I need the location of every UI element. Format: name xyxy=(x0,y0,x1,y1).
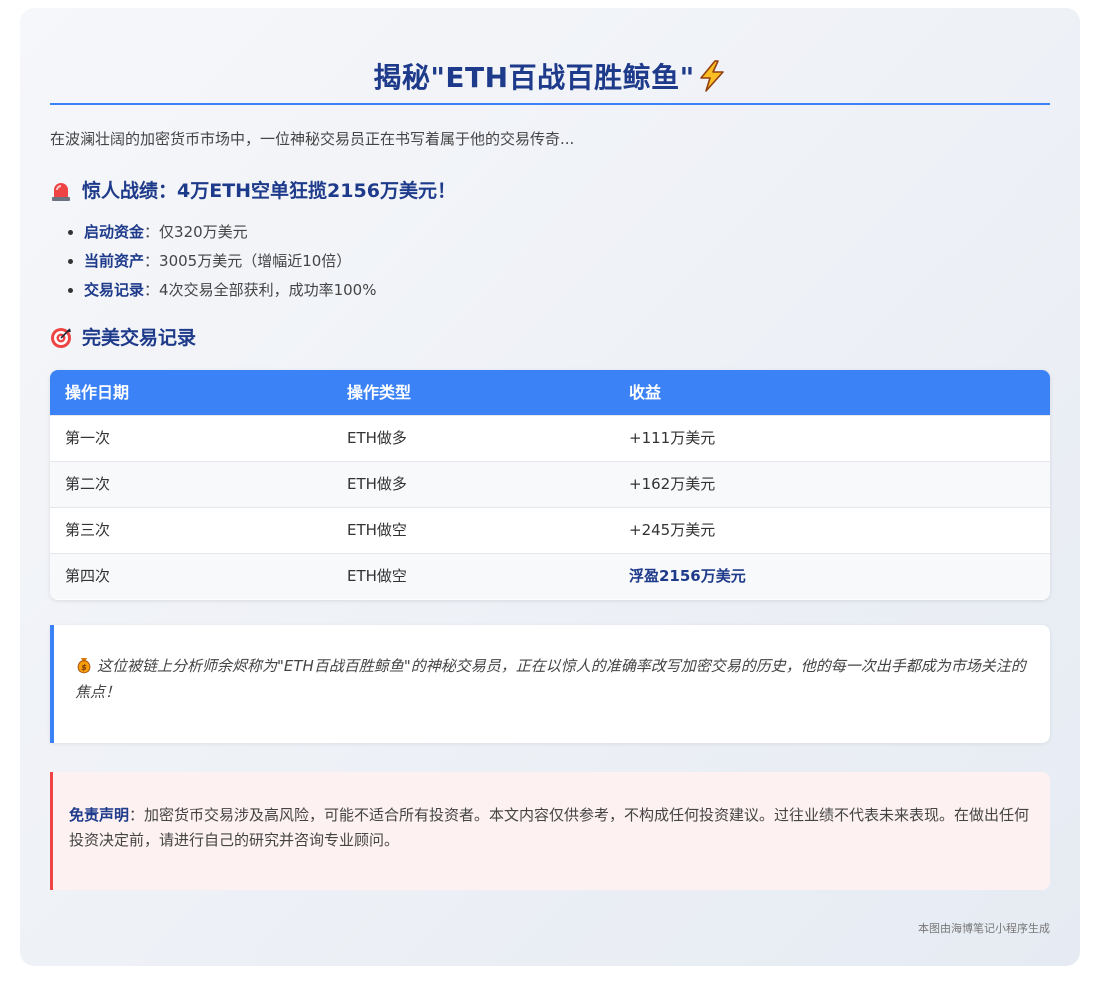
table-row: 第二次 ETH做多 +162万美元 xyxy=(50,461,1050,507)
table-cell: 第四次 xyxy=(65,567,111,585)
quote-paragraph: $ 这位被链上分析师余烬称为"ETH百战百胜鲸鱼"的神秘交易员，正在以惊人的准确… xyxy=(75,653,1030,705)
section-heading-performance-text: 惊人战绩：4万ETH空单狂揽2156万美元！ xyxy=(82,180,456,202)
column-header-profit: 收益 xyxy=(629,383,662,402)
table-row: 第一次 ETH做多 +111万美元 xyxy=(50,415,1050,461)
section-heading-records-text: 完美交易记录 xyxy=(82,327,197,349)
stat-separator: ： xyxy=(144,223,160,241)
table-row: 第三次 ETH做空 +245万美元 xyxy=(50,507,1050,553)
stat-value: 4次交易全部获利，成功率100% xyxy=(159,281,377,299)
stats-list: 启动资金：仅320万美元 当前资产：3005万美元（增幅近10倍） 交易记录：4… xyxy=(66,218,376,305)
list-item: 交易记录：4次交易全部获利，成功率100% xyxy=(66,276,376,305)
article-card: 揭秘"ETH百战百胜鲸鱼" 在波澜壮阔的加密货币市场中，一位神秘交易员正在书写着… xyxy=(20,8,1080,966)
svg-text:$: $ xyxy=(81,663,87,672)
stat-separator: ： xyxy=(144,281,160,299)
footer-credit: 本图由海博笔记小程序生成 xyxy=(918,922,1050,935)
column-header-date: 操作日期 xyxy=(65,383,130,402)
table-cell: +245万美元 xyxy=(629,521,716,539)
table-cell: ETH做空 xyxy=(347,567,407,585)
section-heading-records: 完美交易记录 xyxy=(50,324,196,352)
table-cell: ETH做多 xyxy=(347,475,407,493)
table-cell: 第二次 xyxy=(65,475,111,493)
page-title: 揭秘"ETH百战百胜鲸鱼" xyxy=(50,56,1050,104)
table-cell: 第一次 xyxy=(65,429,111,447)
intro-text: 在波澜壮阔的加密货币市场中，一位神秘交易员正在书写着属于他的交易传奇... xyxy=(50,130,575,148)
disclaimer-label: 免责声明 xyxy=(69,806,130,824)
column-header-type: 操作类型 xyxy=(347,383,412,402)
table-cell: +111万美元 xyxy=(629,429,716,447)
list-item: 当前资产：3005万美元（增幅近10倍） xyxy=(66,247,376,276)
table-cell-highlight: 浮盈2156万美元 xyxy=(629,567,746,585)
highlight-quote: $ 这位被链上分析师余烬称为"ETH百战百胜鲸鱼"的神秘交易员，正在以惊人的准确… xyxy=(50,625,1050,743)
money-bag-icon: $ xyxy=(75,656,93,674)
siren-icon xyxy=(50,180,72,202)
table-row: 第四次 ETH做空 浮盈2156万美元 xyxy=(50,553,1050,599)
disclaimer-box: 免责声明：加密货币交易涉及高风险，可能不适合所有投资者。本文内容仅供参考，不构成… xyxy=(50,772,1050,890)
stat-label: 当前资产 xyxy=(84,252,145,270)
page-title-text: 揭秘"ETH百战百胜鲸鱼" xyxy=(373,61,695,94)
target-icon xyxy=(50,327,72,349)
stat-label: 启动资金 xyxy=(84,223,145,241)
list-item: 启动资金：仅320万美元 xyxy=(66,218,376,247)
stat-separator: ： xyxy=(144,252,160,270)
section-heading-performance: 惊人战绩：4万ETH空单狂揽2156万美元！ xyxy=(50,177,456,205)
quote-text: 这位被链上分析师余烬称为"ETH百战百胜鲸鱼"的神秘交易员，正在以惊人的准确率改… xyxy=(75,657,1026,701)
disclaimer-separator: ： xyxy=(129,806,145,824)
disclaimer-paragraph: 免责声明：加密货币交易涉及高风险，可能不适合所有投资者。本文内容仅供参考，不构成… xyxy=(69,803,1030,853)
table-cell: ETH做空 xyxy=(347,521,407,539)
lightning-icon xyxy=(697,60,727,92)
stat-value: 仅320万美元 xyxy=(159,223,248,241)
stat-value: 3005万美元（增幅近10倍） xyxy=(159,252,352,270)
table-header-row: 操作日期 操作类型 收益 xyxy=(50,370,1050,415)
stat-label: 交易记录 xyxy=(84,281,145,299)
table-cell: 第三次 xyxy=(65,521,111,539)
trade-records-table: 操作日期 操作类型 收益 第一次 ETH做多 +111万美元 第二次 ETH做多… xyxy=(50,370,1050,600)
disclaimer-text: 加密货币交易涉及高风险，可能不适合所有投资者。本文内容仅供参考，不构成任何投资建… xyxy=(69,806,1030,849)
table-cell: ETH做多 xyxy=(347,429,407,447)
title-divider xyxy=(50,103,1050,105)
table-cell: +162万美元 xyxy=(629,475,716,493)
